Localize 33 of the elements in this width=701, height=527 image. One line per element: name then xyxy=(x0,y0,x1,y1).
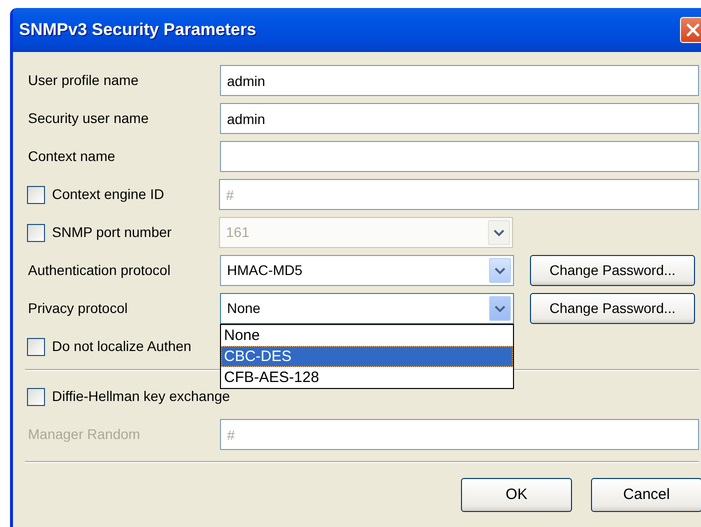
dropdown-option[interactable]: CBC-DES xyxy=(221,346,513,367)
close-icon xyxy=(685,22,701,38)
ok-button[interactable]: OK xyxy=(461,478,572,512)
change-password-button[interactable]: Change Password... xyxy=(530,255,695,286)
checkbox[interactable] xyxy=(27,186,45,204)
checkbox[interactable] xyxy=(27,388,45,406)
window-title: SNMPv3 Security Parameters xyxy=(19,19,256,42)
close-button[interactable] xyxy=(680,17,701,43)
field-label: Privacy protocol xyxy=(28,300,128,316)
field-label: Authentication protocol xyxy=(28,262,170,278)
field-label: Security user name xyxy=(28,110,149,126)
dropdown-button[interactable] xyxy=(489,258,511,283)
dropdown-button[interactable] xyxy=(489,296,511,321)
field-label: Manager Random xyxy=(28,426,140,442)
field-label: User profile name xyxy=(28,72,138,88)
chevron-icon xyxy=(493,228,505,236)
field-label: Diffie-Hellman key exchange xyxy=(52,387,230,406)
combo-box[interactable]: HMAC-MD5 xyxy=(220,255,514,286)
field-label: Do not localize Authen xyxy=(52,337,192,356)
text-field[interactable]: # xyxy=(219,179,699,210)
field-label: Context name xyxy=(28,148,116,164)
dropdown-option[interactable]: None xyxy=(221,325,513,346)
change-password-button[interactable]: Change Password... xyxy=(530,293,695,324)
checkbox[interactable] xyxy=(27,338,45,356)
field-label: SNMP port number xyxy=(52,223,172,242)
text-field[interactable] xyxy=(220,141,699,172)
field-label: Context engine ID xyxy=(52,185,164,204)
text-field[interactable]: admin xyxy=(220,65,699,96)
chevron-icon xyxy=(494,266,506,274)
chevron-icon xyxy=(494,304,506,312)
cancel-button[interactable]: Cancel xyxy=(591,478,701,512)
text-field[interactable]: admin xyxy=(220,103,699,134)
dropdown-option[interactable]: CFB-AES-128 xyxy=(221,367,513,388)
